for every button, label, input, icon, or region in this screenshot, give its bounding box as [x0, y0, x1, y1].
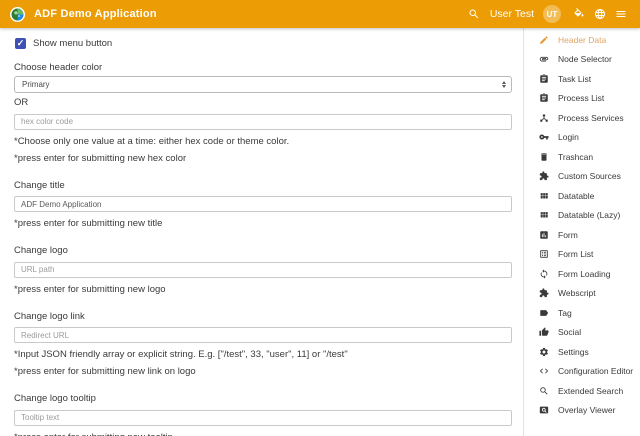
sidebar-item-tag[interactable]: Tag: [524, 303, 640, 323]
loop-icon: [539, 269, 549, 279]
sidebar-item-label: Form Loading: [558, 269, 610, 279]
header-data-form: ✓ Show menu button Choose header color P…: [0, 28, 523, 436]
attachment-icon: [539, 54, 549, 64]
app-window: ADF Demo Application User Test UT ✓ Show…: [0, 0, 640, 436]
sidebar-item-label: Datatable (Lazy): [558, 210, 620, 220]
show-menu-label: Show menu button: [33, 38, 112, 49]
pencil-icon: [539, 35, 549, 45]
app-title: ADF Demo Application: [34, 8, 157, 20]
clipboard-icon: [539, 93, 549, 103]
search-icon[interactable]: [467, 7, 481, 21]
change-title-label: Change title: [14, 180, 512, 191]
sidebar-item-overlay-viewer[interactable]: Overlay Viewer: [524, 401, 640, 421]
pageview-icon: [539, 405, 549, 415]
sidebar-item-label: Social: [558, 327, 581, 337]
sidebar-item-label: Login: [558, 132, 579, 142]
avatar[interactable]: UT: [543, 5, 561, 23]
sidebar-item-login[interactable]: Login: [524, 128, 640, 148]
sidebar-item-label: Header Data: [558, 35, 606, 45]
list-alt-icon: [539, 249, 549, 259]
sidebar-item-form-list[interactable]: Form List: [524, 245, 640, 265]
sidebar-item-label: Form List: [558, 249, 593, 259]
sidebar-item-custom-sources[interactable]: Custom Sources: [524, 167, 640, 187]
sidebar-item-label: Overlay Viewer: [558, 405, 615, 415]
sidebar-item-label: Task List: [558, 74, 591, 84]
sidebar-item-label: Configuration Editor: [558, 366, 633, 376]
sidebar-item-trashcan[interactable]: Trashcan: [524, 147, 640, 167]
adf-logo-icon: [11, 8, 24, 21]
clipboard-icon: [539, 74, 549, 84]
header-color-hint-1: *Choose only one value at a time: either…: [14, 136, 512, 147]
select-stepper-icon: [502, 81, 506, 88]
sidebar-item-settings[interactable]: Settings: [524, 342, 640, 362]
change-logo-link-label: Change logo link: [14, 311, 512, 322]
key-icon: [539, 132, 549, 142]
hex-color-input[interactable]: [14, 114, 512, 130]
sidebar-item-process-services[interactable]: Process Services: [524, 108, 640, 128]
sidebar-item-label: Form: [558, 230, 578, 240]
header-color-select[interactable]: Primary: [14, 76, 512, 93]
sidebar-item-header-data[interactable]: Header Data: [524, 30, 640, 50]
code-icon: [539, 366, 549, 376]
sidebar-item-configuration-editor[interactable]: Configuration Editor: [524, 362, 640, 382]
sidebar-item-extended-search[interactable]: Extended Search: [524, 381, 640, 401]
sidebar-item-label: Custom Sources: [558, 171, 621, 181]
sidebar-item-webscript[interactable]: Webscript: [524, 284, 640, 304]
puzzle-icon: [539, 288, 549, 298]
sidebar-item-label: Settings: [558, 347, 589, 357]
sidebar-item-datatable[interactable]: Datatable: [524, 186, 640, 206]
theme-bucket-icon[interactable]: [572, 7, 586, 21]
logo-link-hint-1: *Input JSON friendly array or explicit s…: [14, 349, 512, 360]
sidebar-item-form[interactable]: Form: [524, 225, 640, 245]
change-tooltip-label: Change logo tooltip: [14, 393, 512, 404]
nav-sidebar: Header Data Node Selector Task List Process…: [523, 28, 640, 436]
language-globe-icon[interactable]: [593, 7, 607, 21]
sidebar-item-label: Datatable: [558, 191, 594, 201]
app-logo[interactable]: [10, 7, 25, 22]
thumb-up-icon: [539, 327, 549, 337]
sidebar-item-form-loading[interactable]: Form Loading: [524, 264, 640, 284]
sidebar-item-social[interactable]: Social: [524, 323, 640, 343]
tooltip-hint: *press enter for submitting new tooltip: [14, 432, 512, 436]
logo-hint: *press enter for submitting new logo: [14, 284, 512, 295]
sidebar-item-process-list[interactable]: Process List: [524, 89, 640, 109]
sidebar-item-label: Extended Search: [558, 386, 623, 396]
trash-icon: [539, 152, 549, 162]
sidebar-item-label: Process List: [558, 93, 604, 103]
grid-icon: [539, 191, 549, 201]
header-color-hint-2: *press enter for submitting new hex colo…: [14, 153, 512, 164]
sidebar-item-task-list[interactable]: Task List: [524, 69, 640, 89]
tooltip-input[interactable]: [14, 410, 512, 426]
logo-input[interactable]: [14, 262, 512, 278]
sidebar-item-node-selector[interactable]: Node Selector: [524, 50, 640, 70]
show-menu-checkbox[interactable]: ✓: [15, 38, 26, 49]
sidebar-item-label: Node Selector: [558, 54, 612, 64]
menu-hamburger-icon[interactable]: [614, 7, 628, 21]
header-color-selected: Primary: [22, 80, 50, 89]
sidebar-item-label: Process Services: [558, 113, 624, 123]
gear-icon: [539, 347, 549, 357]
logo-link-hint-2: *press enter for submitting new link on …: [14, 366, 512, 377]
title-hint: *press enter for submitting new title: [14, 218, 512, 229]
sidebar-item-datatable-lazy[interactable]: Datatable (Lazy): [524, 206, 640, 226]
user-name: User Test: [490, 8, 534, 20]
app-header: ADF Demo Application User Test UT: [0, 0, 640, 28]
show-menu-checkbox-row[interactable]: ✓ Show menu button: [15, 38, 512, 49]
tag-icon: [539, 308, 549, 318]
title-input[interactable]: [14, 196, 512, 212]
sidebar-item-label: Tag: [558, 308, 572, 318]
header-color-label: Choose header color: [14, 62, 512, 73]
change-logo-label: Change logo: [14, 245, 512, 256]
poll-icon: [539, 230, 549, 240]
device-hub-icon: [539, 113, 549, 123]
sidebar-item-label: Trashcan: [558, 152, 593, 162]
or-label: OR: [14, 97, 512, 108]
sidebar-item-label: Webscript: [558, 288, 596, 298]
main-area: ✓ Show menu button Choose header color P…: [0, 28, 640, 436]
grid-icon: [539, 210, 549, 220]
search-icon: [539, 386, 549, 396]
puzzle-icon: [539, 171, 549, 181]
logo-link-input[interactable]: [14, 327, 512, 343]
